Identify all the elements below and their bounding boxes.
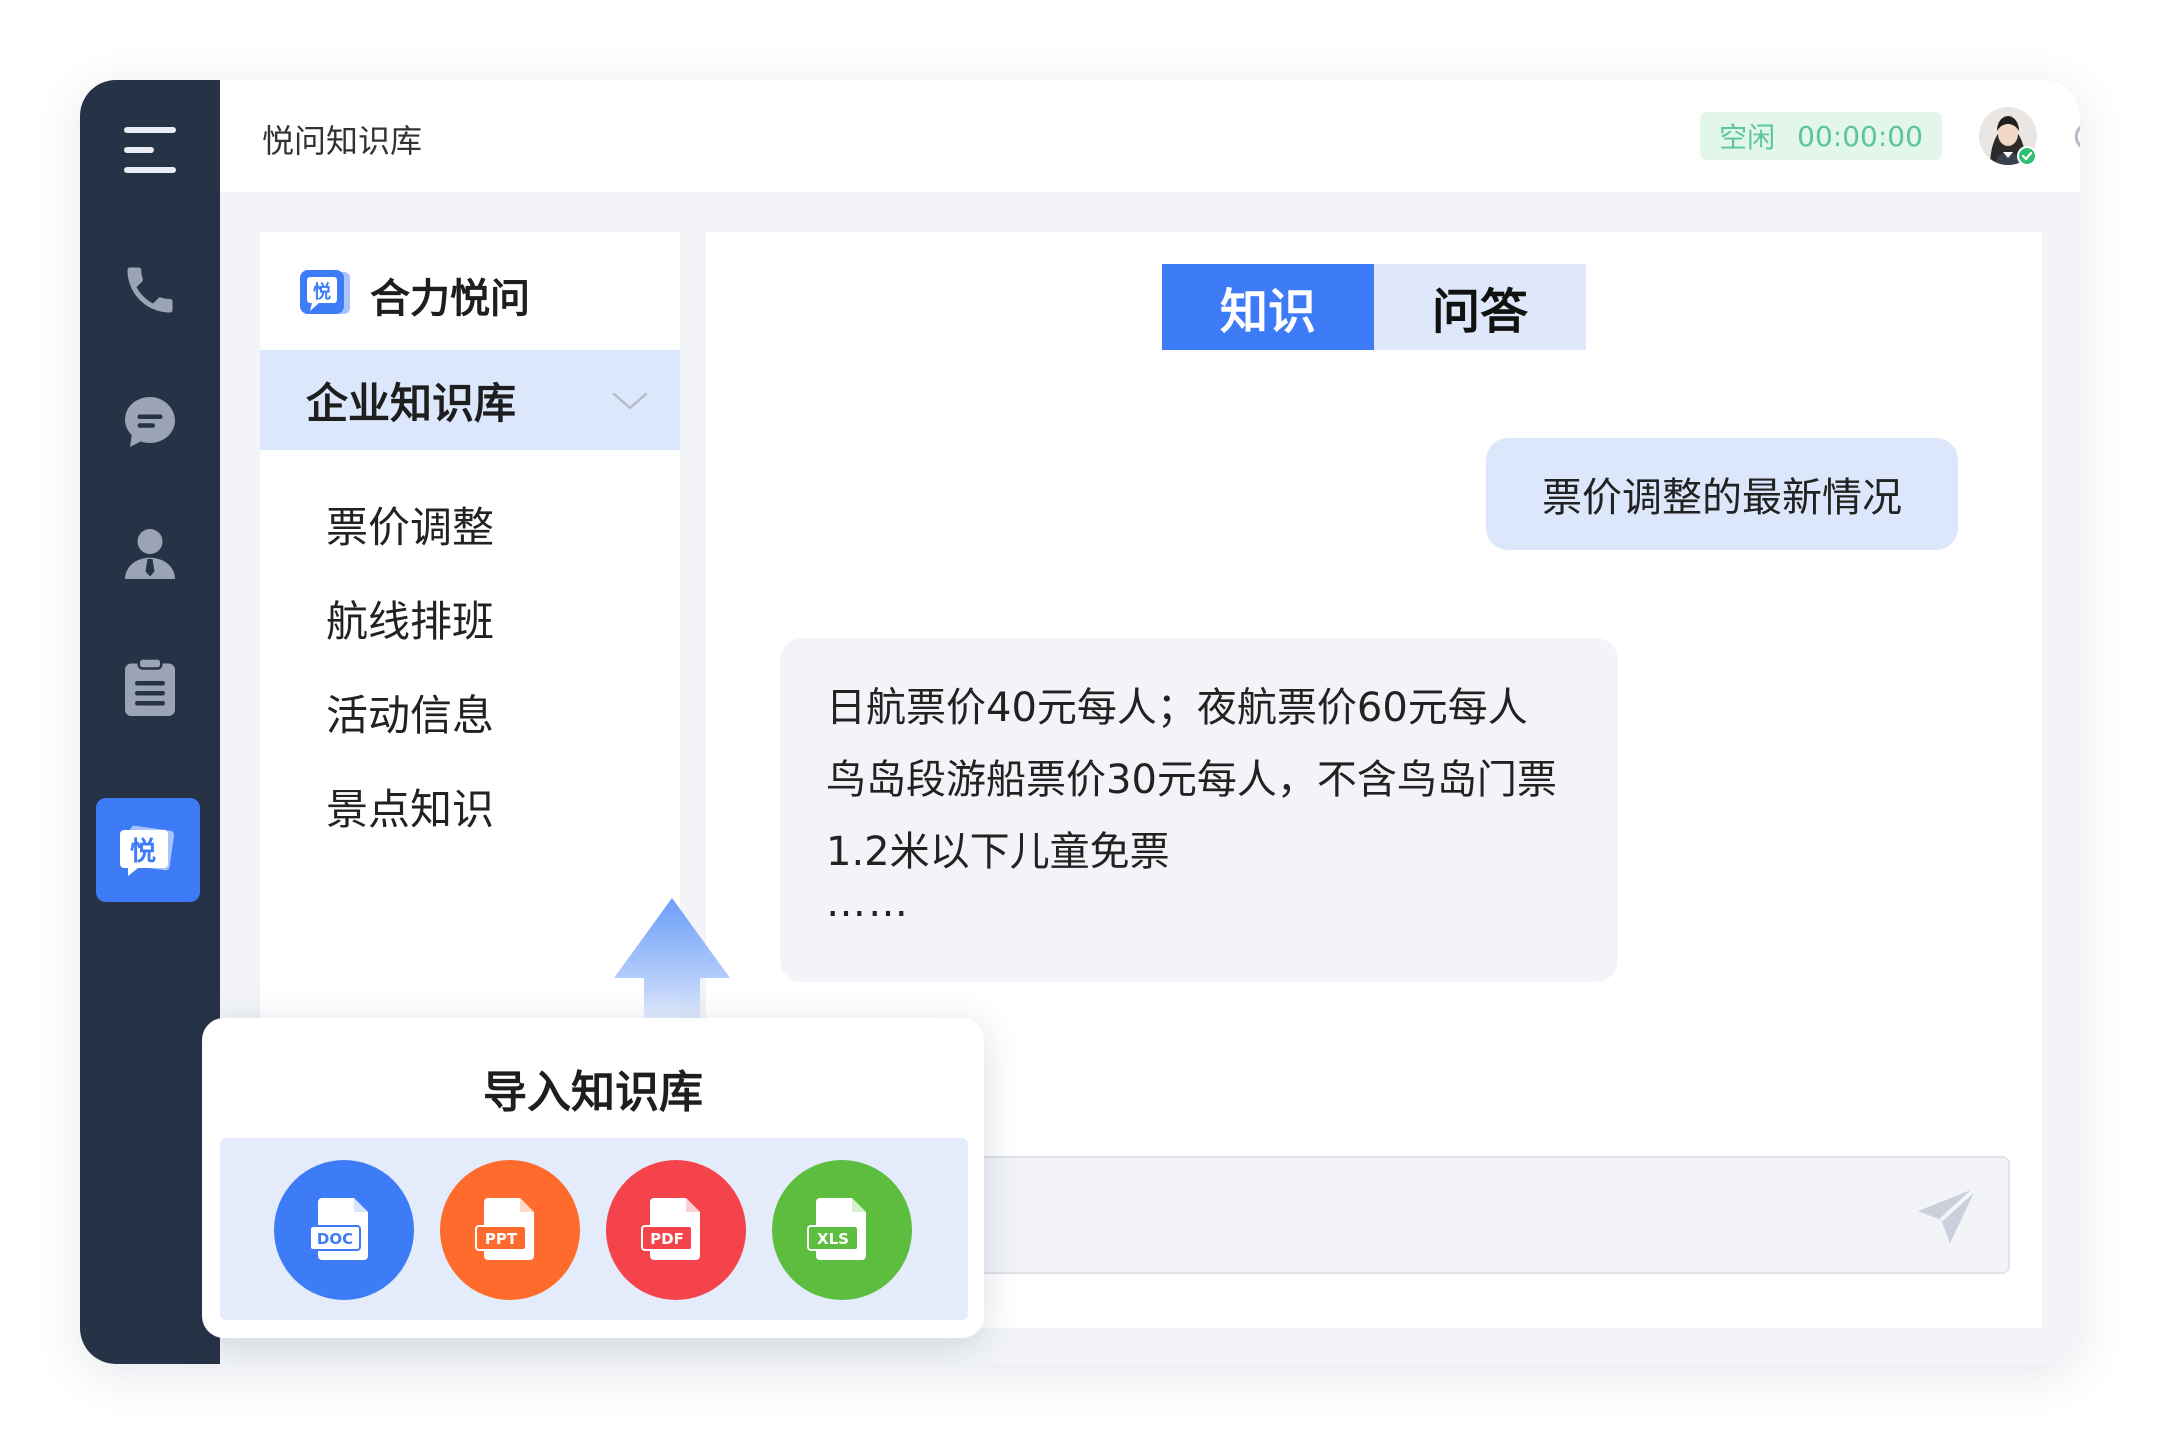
status-timer: 00:00:00 <box>1797 119 1923 153</box>
xls-label: XLS <box>817 1230 849 1248</box>
xls-file-icon: XLS <box>807 1198 866 1260</box>
brand: 悦 合力悦问 <box>298 266 530 324</box>
answer-ellipsis: …… <box>826 880 910 926</box>
pdf-file-button[interactable]: PDF <box>606 1160 746 1300</box>
sidebar: 悦 <box>80 80 220 1364</box>
tab-bar: 知识 问答 <box>1162 264 1586 350</box>
chat-icon[interactable] <box>110 382 190 462</box>
kb-item-events[interactable]: 活动信息 <box>326 682 494 743</box>
app-window: 悦 悦问知识库 空闲 00:00:00 悦 合力悦问 企业知识库 票价调整 航线… <box>80 80 2080 1364</box>
answer-bubble: 日航票价40元每人；夜航票价60元每人 鸟岛段游船票价30元每人，不含鸟岛门票 … <box>780 638 1618 982</box>
brand-logo-icon: 悦 <box>300 270 350 314</box>
ppt-file-button[interactable]: PPT <box>440 1160 580 1300</box>
answer-line: 日航票价40元每人；夜航票价60元每人 <box>826 685 1528 731</box>
tab-qa[interactable]: 问答 <box>1374 264 1586 350</box>
answer-line: 1.2米以下儿童免票 <box>826 829 1170 875</box>
file-type-tray: DOC PPT PDF XLS <box>220 1138 968 1320</box>
knowledge-base-dropdown[interactable]: 企业知识库 <box>260 350 680 450</box>
import-title: 导入知识库 <box>483 1067 703 1118</box>
knowledge-base-title: 企业知识库 <box>306 378 517 428</box>
doc-file-icon: DOC <box>309 1198 368 1260</box>
doc-file-button[interactable]: DOC <box>274 1160 414 1300</box>
phone-icon[interactable] <box>110 250 190 330</box>
answer-line: 鸟岛段游船票价30元每人，不含鸟岛门票 <box>826 757 1557 803</box>
clipboard-icon[interactable] <box>110 646 190 726</box>
import-card: 导入知识库 DOC PPT PDF XLS <box>202 1018 984 1338</box>
brand-name: 合力悦问 <box>370 276 530 322</box>
send-icon[interactable] <box>1912 1182 1982 1252</box>
contact-icon[interactable] <box>110 514 190 594</box>
status-label: 空闲 <box>1719 121 1776 154</box>
question-bubble: 票价调整的最新情况 <box>1486 438 1958 550</box>
ppt-file-icon: PPT <box>475 1198 534 1260</box>
tab-knowledge[interactable]: 知识 <box>1162 264 1374 350</box>
kb-item-fare-adjust[interactable]: 票价调整 <box>326 494 494 555</box>
page-title: 悦问知识库 <box>262 122 423 160</box>
knowledge-icon[interactable]: 悦 <box>96 798 200 902</box>
kb-item-attractions[interactable]: 景点知识 <box>326 776 494 837</box>
brand-logo-text: 悦 <box>313 281 331 303</box>
xls-file-button[interactable]: XLS <box>772 1160 912 1300</box>
avatar[interactable] <box>1978 106 2038 166</box>
knowledge-logo-text: 悦 <box>130 836 156 867</box>
pdf-file-icon: PDF <box>641 1198 700 1260</box>
chevron-down-icon <box>612 392 648 410</box>
status-badge[interactable]: 空闲 00:00:00 <box>1700 112 1942 160</box>
pdf-label: PDF <box>650 1230 684 1248</box>
ppt-label: PPT <box>485 1230 518 1248</box>
kb-item-route-schedule[interactable]: 航线排班 <box>326 588 494 649</box>
power-icon[interactable] <box>2070 118 2080 156</box>
doc-label: DOC <box>317 1230 353 1248</box>
menu-icon[interactable] <box>110 110 190 190</box>
top-bar: 悦问知识库 空闲 00:00:00 <box>220 80 2080 192</box>
